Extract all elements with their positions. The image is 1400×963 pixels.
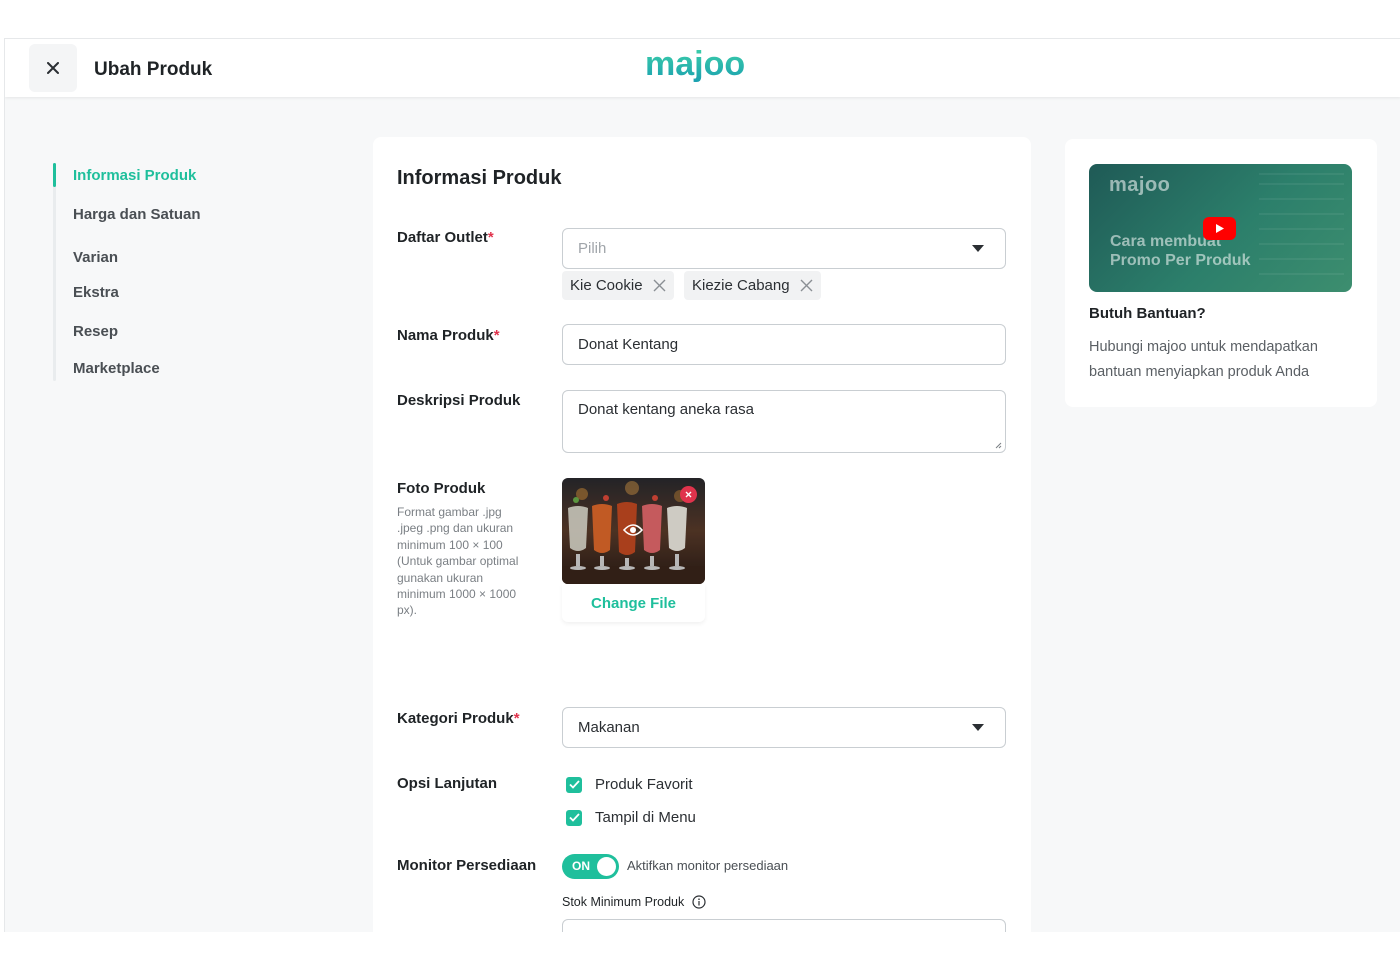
remove-chip-icon[interactable] [800,279,813,292]
check-icon [568,780,580,789]
min-stock-label-text: Stok Minimum Produk [562,895,685,909]
nav-item-ekstra[interactable]: Ekstra [73,284,119,301]
remove-photo-button[interactable] [680,486,697,503]
majoo-logo: majoo [643,45,767,92]
toggle-state-label: ON [572,859,590,873]
outlet-select[interactable]: Pilih [562,228,1006,269]
product-name-value: Donat Kentang [578,336,679,353]
caret-down-icon [972,724,984,731]
info-icon[interactable] [692,895,706,909]
help-card: majoo Cara membuat Promo Per Produk Butu… [1065,139,1377,407]
inventory-label: Monitor Persediaan [397,857,537,874]
required-mark: * [493,327,500,344]
outlet-label-text: Daftar Outlet [397,229,488,246]
inventory-toggle[interactable]: ON [562,854,619,879]
outlet-chip: Kiezie Cabang [684,271,821,300]
options-label: Opsi Lanjutan [397,775,498,792]
nav-rail [53,163,56,381]
outlet-chip-label: Kiezie Cabang [692,277,790,294]
section-title: Informasi Produk [397,167,562,189]
caret-down-icon [972,245,984,252]
nav-item-resep[interactable]: Resep [73,323,118,340]
required-mark: * [487,229,494,246]
section-nav: Informasi Produk Harga dan Satuan Varian… [53,163,253,381]
close-icon [47,62,59,74]
outlet-chip: Kie Cookie [562,271,674,300]
change-file-button[interactable]: Change File [562,584,705,622]
min-stock-label: Stok Minimum Produk [562,895,706,909]
top-bar: Ubah Produk majoo [5,39,1400,97]
option-tampil-di-menu[interactable]: Tampil di Menu [566,809,696,826]
outlet-select-placeholder: Pilih [578,240,607,257]
nav-item-varian[interactable]: Varian [73,249,118,266]
photo-hint: Format gambar .jpg .jpeg .png dan ukuran… [397,505,519,618]
photo-label: Foto Produk [397,480,486,497]
resize-handle-icon[interactable] [995,442,1002,449]
category-value: Makanan [578,719,640,736]
toggle-knob [597,857,616,876]
option-label: Tampil di Menu [595,809,696,826]
nav-item-informasi-produk[interactable]: Informasi Produk [73,167,196,184]
nav-rail-active-indicator [53,163,56,187]
nav-item-harga-dan-satuan[interactable]: Harga dan Satuan [73,206,201,223]
tutorial-video[interactable]: majoo Cara membuat Promo Per Produk [1089,164,1352,292]
play-icon [1215,224,1224,233]
close-icon [685,491,692,498]
video-title-line2: Promo Per Produk [1110,252,1251,269]
min-stock-input[interactable] [562,919,1006,932]
checkbox[interactable] [566,809,582,826]
help-title: Butuh Bantuan? [1089,305,1206,322]
preview-eye-icon[interactable] [623,523,643,537]
help-text: Hubungi majoo untuk mendapatkan bantuan … [1089,339,1318,380]
app-window: Ubah Produk majoo Informasi Produk Harga… [4,38,1400,932]
option-label: Produk Favorit [595,776,693,793]
page-title: Ubah Produk [94,59,213,80]
category-select[interactable]: Makanan [562,707,1006,748]
outlet-chip-label: Kie Cookie [570,277,643,294]
close-button[interactable] [29,44,77,92]
video-logo: majoo [1109,174,1171,196]
description-value: Donat kentang aneka rasa [578,401,754,418]
product-name-input[interactable]: Donat Kentang [562,324,1006,365]
svg-text:majoo: majoo [645,45,745,83]
outlet-label: Daftar Outlet* [397,229,494,246]
product-name-label: Nama Produk* [397,327,500,344]
youtube-play-icon[interactable] [1203,217,1236,240]
inventory-toggle-text: Aktifkan monitor persediaan [627,858,789,873]
option-produk-favorit[interactable]: Produk Favorit [566,776,693,793]
description-label: Deskripsi Produk [397,392,521,409]
check-icon [568,813,580,822]
checkbox[interactable] [566,776,582,793]
product-info-card: Informasi Produk Daftar Outlet* Pilih Ki… [373,137,1031,932]
nav-item-marketplace[interactable]: Marketplace [73,360,160,377]
product-name-label-text: Nama Produk [397,327,494,344]
category-label: Kategori Produk* [397,710,520,727]
description-textarea[interactable]: Donat kentang aneka rasa [562,390,1006,453]
category-label-text: Kategori Produk [397,710,514,727]
remove-chip-icon[interactable] [653,279,666,292]
required-mark: * [513,710,520,727]
